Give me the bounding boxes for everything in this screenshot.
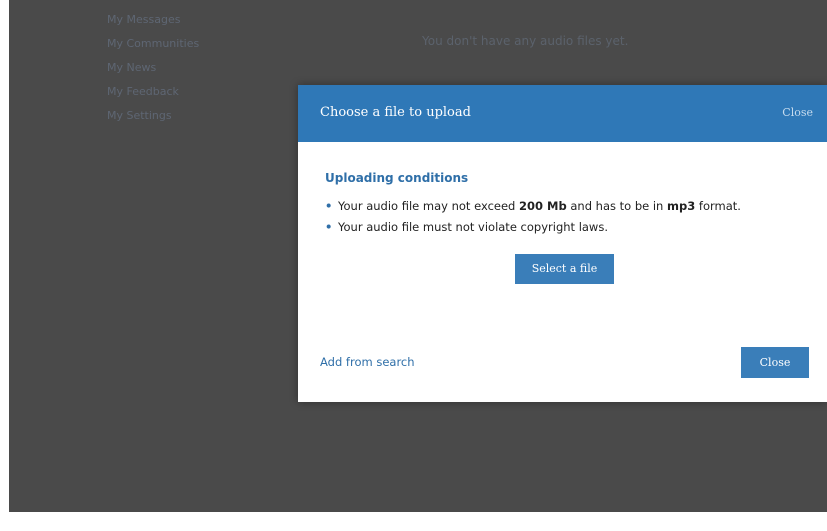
side-menu-item-messages: My Messages xyxy=(107,13,181,26)
side-menu-item-news: My News xyxy=(107,61,157,74)
side-menu-item-communities: My Communities xyxy=(107,37,200,50)
side-menu: My Messages My Communities My News My Fe… xyxy=(107,8,247,128)
modal-header: Choose a file to upload Close xyxy=(298,85,827,142)
upload-modal: Choose a file to upload Close Uploading … xyxy=(298,85,827,402)
bullet-icon: • xyxy=(325,199,333,213)
conditions-list: • Your audio file may not exceed 200 Mb … xyxy=(325,197,741,239)
header-close-link[interactable]: Close xyxy=(782,106,813,119)
page: My Messages My Communities My News My Fe… xyxy=(0,0,827,531)
bullet-icon: • xyxy=(325,220,333,234)
add-from-search-link[interactable]: Add from search xyxy=(320,355,415,369)
condition-item: • Your audio file may not exceed 200 Mb … xyxy=(325,199,741,213)
empty-audio-message: You don't have any audio files yet. xyxy=(422,34,629,48)
condition-item: • Your audio file must not violate copyr… xyxy=(325,220,608,234)
close-button[interactable]: Close xyxy=(741,347,809,378)
conditions-title: Uploading conditions xyxy=(325,171,469,185)
select-file-button[interactable]: Select a file xyxy=(515,254,614,284)
modal-title: Choose a file to upload xyxy=(320,105,471,120)
side-menu-item-settings: My Settings xyxy=(107,109,172,122)
side-menu-item-feedback: My Feedback xyxy=(107,85,179,98)
